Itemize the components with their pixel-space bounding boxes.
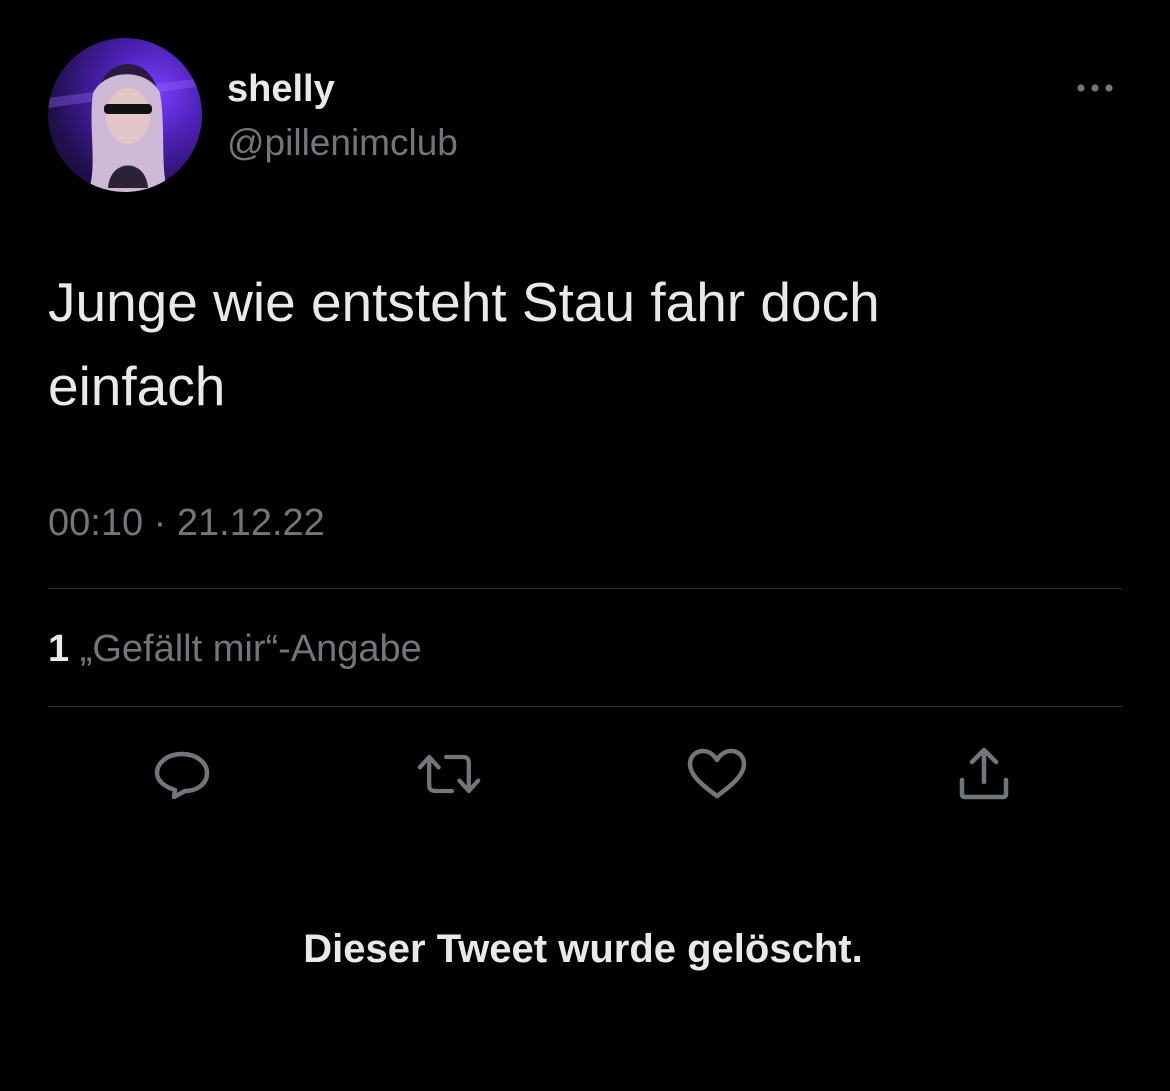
more-options-button[interactable] — [1070, 70, 1120, 106]
likes-label: „Gefällt mir“-Angabe — [79, 628, 422, 670]
handle[interactable]: @pillenimclub — [227, 120, 458, 166]
deleted-tweet-notice: Dieser Tweet wurde gelöscht. — [303, 927, 863, 971]
avatar[interactable] — [48, 38, 202, 192]
likes-stat[interactable]: 1 „Gefällt mir“-Angabe — [48, 626, 422, 672]
tweet-time: 00:10 — [48, 502, 144, 544]
more-dots-icon — [1077, 84, 1113, 92]
reply-button[interactable] — [149, 744, 215, 804]
tweet-date: 21.12.22 — [176, 502, 325, 544]
retweet-arrows-icon — [417, 754, 481, 794]
divider — [48, 588, 1122, 589]
heart-icon — [687, 748, 747, 799]
likes-count: 1 — [48, 628, 70, 670]
retweet-button[interactable] — [416, 744, 482, 804]
speech-bubble-icon — [154, 751, 210, 800]
display-name[interactable]: shelly — [227, 66, 335, 112]
like-button[interactable] — [684, 744, 750, 804]
tweet-timestamp[interactable]: 00:10 · 21.12.22 — [48, 500, 325, 546]
share-upload-icon — [959, 747, 1009, 800]
tweet-text: Junge wie entsteht Stau fahr doch einfac… — [48, 271, 880, 417]
divider — [48, 706, 1122, 707]
profile-photo-icon — [48, 64, 202, 192]
share-button[interactable] — [951, 744, 1017, 804]
meta-separator: · — [153, 502, 167, 544]
